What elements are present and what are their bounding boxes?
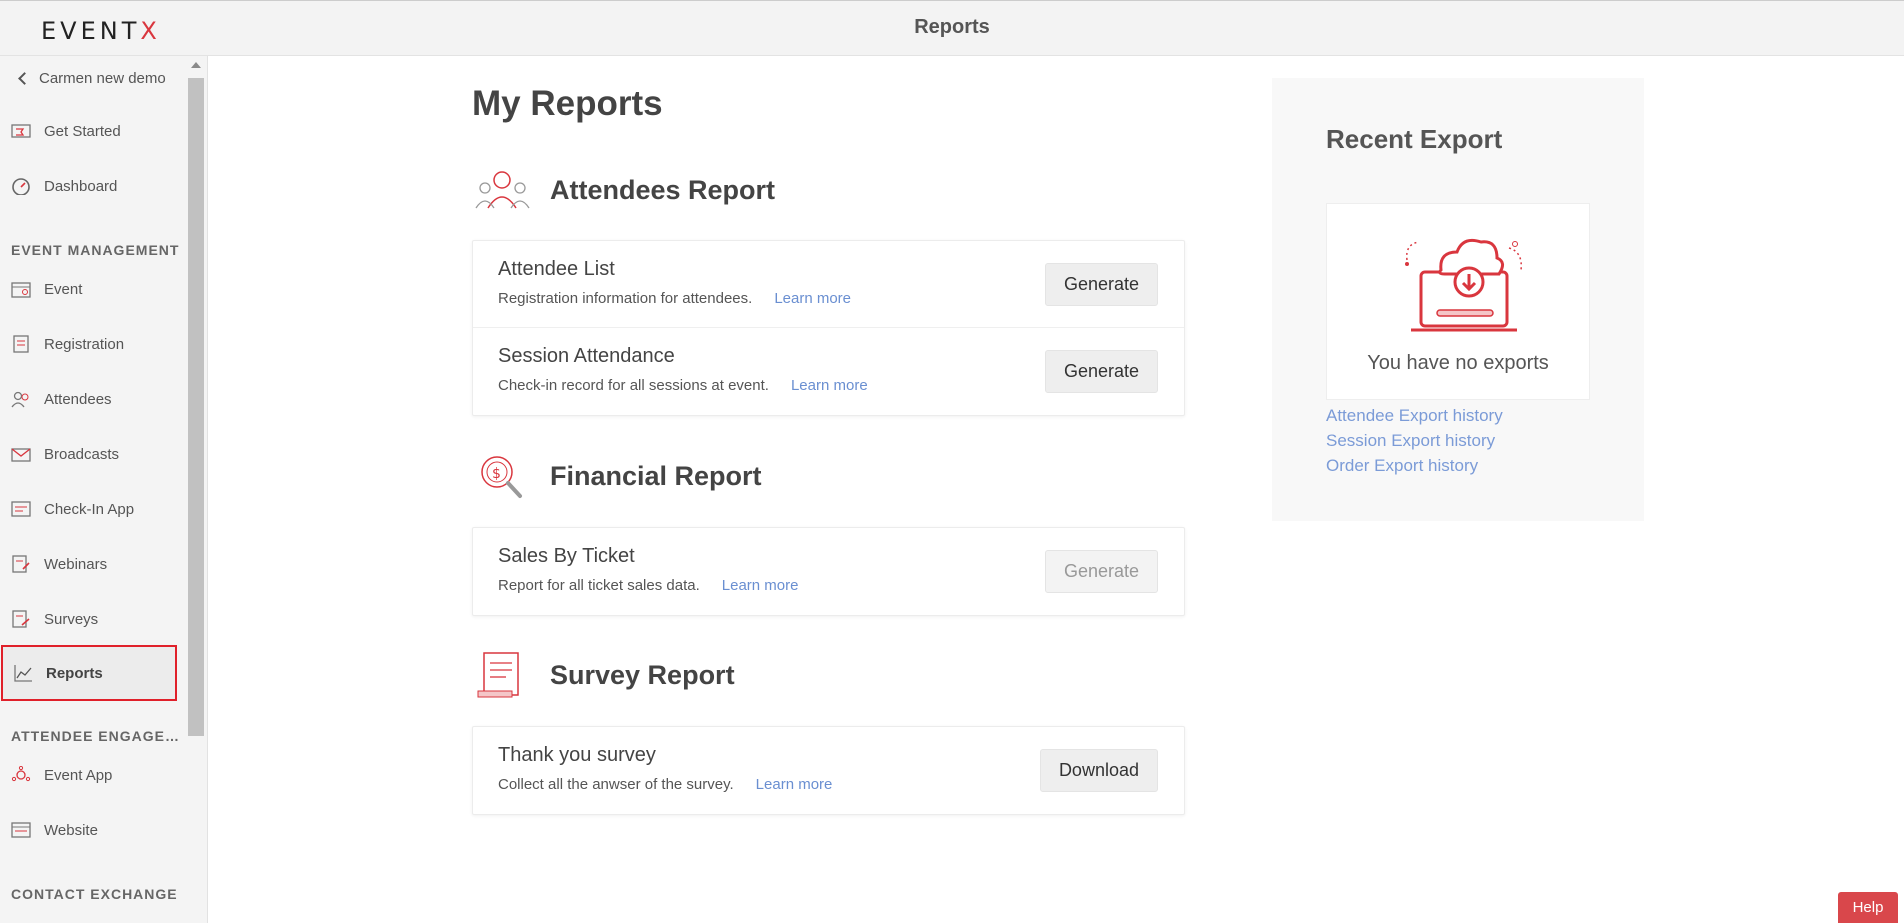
- calendar-icon: [10, 280, 32, 298]
- section-event-management: EVENT MANAGEMENT: [11, 242, 180, 258]
- sidebar-item-get-started[interactable]: Get Started: [10, 109, 175, 153]
- back-to-event-link[interactable]: Carmen new demo: [16, 70, 166, 87]
- section-contact-exchange: CONTACT EXCHANGE: [11, 886, 178, 902]
- report-title: Sales By Ticket: [498, 545, 635, 567]
- report-description: Registration information for attendees. L…: [498, 290, 852, 307]
- money-magnifier-icon: $: [472, 452, 532, 500]
- generate-session-attendance-button[interactable]: Generate: [1044, 350, 1158, 393]
- survey-document-icon: [472, 651, 532, 699]
- learn-more-link[interactable]: Learn more: [722, 577, 799, 594]
- recent-export-title: Recent Export: [1326, 124, 1503, 154]
- recent-export-panel: Recent Export You have no exports Attend…: [1272, 78, 1644, 521]
- attendees-report-header: Attendees Report: [472, 166, 775, 214]
- financial-report-header: $ Financial Report: [472, 452, 762, 500]
- sidebar-item-webinars[interactable]: Webinars: [10, 542, 175, 586]
- checkin-icon: [10, 500, 32, 518]
- section-attendee-engagement: ATTENDEE ENGAGEMENT: [11, 728, 183, 744]
- no-exports-text: You have no exports: [1367, 352, 1549, 374]
- chevron-left-icon: [18, 72, 31, 85]
- app-icon: [10, 766, 32, 784]
- sidebar: Carmen new demo Get Started Dashboard EV…: [0, 56, 208, 923]
- report-row-session-attendance: Session Attendance Check-in record for a…: [473, 328, 1184, 415]
- report-row-sales-by-ticket: Sales By Ticket Report for all ticket sa…: [473, 528, 1184, 615]
- webinar-icon: [10, 555, 32, 573]
- generate-sales-by-ticket-button[interactable]: Generate: [1044, 550, 1158, 593]
- cloud-download-laptop-icon: [1399, 230, 1529, 345]
- help-button[interactable]: Help: [1838, 892, 1898, 923]
- top-bar: EVENTX Reports: [0, 0, 1904, 56]
- survey-report-heading: Survey Report: [550, 659, 735, 690]
- page-header-title: Reports: [914, 16, 990, 38]
- website-icon: [10, 821, 32, 839]
- report-row-attendee-list: Attendee List Registration information f…: [473, 241, 1184, 328]
- form-icon: [10, 335, 32, 353]
- report-description: Report for all ticket sales data. Learn m…: [498, 577, 799, 594]
- sidebar-item-broadcasts[interactable]: Broadcasts: [10, 432, 175, 476]
- people-icon: [10, 390, 32, 408]
- attendees-report-card: Attendee List Registration information f…: [472, 240, 1185, 416]
- report-description: Check-in record for all sessions at even…: [498, 377, 868, 394]
- attendee-export-history-link[interactable]: Attendee Export history: [1326, 403, 1503, 428]
- download-survey-button[interactable]: Download: [1039, 749, 1158, 792]
- sidebar-item-attendees[interactable]: Attendees: [10, 377, 175, 421]
- survey-report-card: Thank you survey Collect all the anwser …: [472, 726, 1185, 815]
- gauge-icon: [10, 177, 32, 195]
- envelope-icon: [10, 445, 32, 463]
- sidebar-scrollbar[interactable]: [185, 56, 207, 923]
- no-exports-box: You have no exports: [1326, 203, 1590, 400]
- generate-attendee-list-button[interactable]: Generate: [1044, 263, 1158, 306]
- attendees-people-icon: [472, 166, 532, 214]
- financial-report-card: Sales By Ticket Report for all ticket sa…: [472, 527, 1185, 616]
- survey-icon: [10, 610, 32, 628]
- sidebar-item-check-in-app[interactable]: Check-In App: [10, 487, 175, 531]
- sidebar-item-reports[interactable]: Reports: [1, 645, 177, 701]
- order-export-history-link[interactable]: Order Export history: [1326, 453, 1503, 478]
- report-title: Session Attendance: [498, 345, 675, 367]
- scroll-up-arrow-icon[interactable]: [191, 62, 201, 68]
- flag-icon: [10, 122, 32, 140]
- scrollbar-thumb[interactable]: [188, 78, 204, 736]
- my-reports-title: My Reports: [472, 84, 663, 123]
- report-title: Attendee List: [498, 258, 615, 280]
- report-title: Thank you survey: [498, 744, 656, 766]
- session-export-history-link[interactable]: Session Export history: [1326, 428, 1503, 453]
- learn-more-link[interactable]: Learn more: [791, 377, 868, 394]
- survey-report-header: Survey Report: [472, 651, 735, 699]
- learn-more-link[interactable]: Learn more: [774, 290, 851, 307]
- sidebar-item-event-app[interactable]: Event App: [10, 753, 175, 797]
- export-history-links: Attendee Export history Session Export h…: [1326, 403, 1503, 478]
- sidebar-item-dashboard[interactable]: Dashboard: [10, 164, 175, 208]
- sidebar-item-website[interactable]: Website: [10, 808, 175, 852]
- financial-report-heading: Financial Report: [550, 460, 762, 491]
- report-description: Collect all the anwser of the survey. Lea…: [498, 776, 833, 793]
- learn-more-link[interactable]: Learn more: [756, 776, 833, 793]
- sidebar-item-surveys[interactable]: Surveys: [10, 597, 175, 641]
- sidebar-item-registration[interactable]: Registration: [10, 322, 175, 366]
- svg-text:$: $: [492, 466, 501, 482]
- chart-icon: [12, 664, 34, 682]
- report-row-thank-you-survey: Thank you survey Collect all the anwser …: [473, 727, 1184, 814]
- attendees-report-heading: Attendees Report: [550, 174, 776, 205]
- sidebar-item-event[interactable]: Event: [10, 267, 175, 311]
